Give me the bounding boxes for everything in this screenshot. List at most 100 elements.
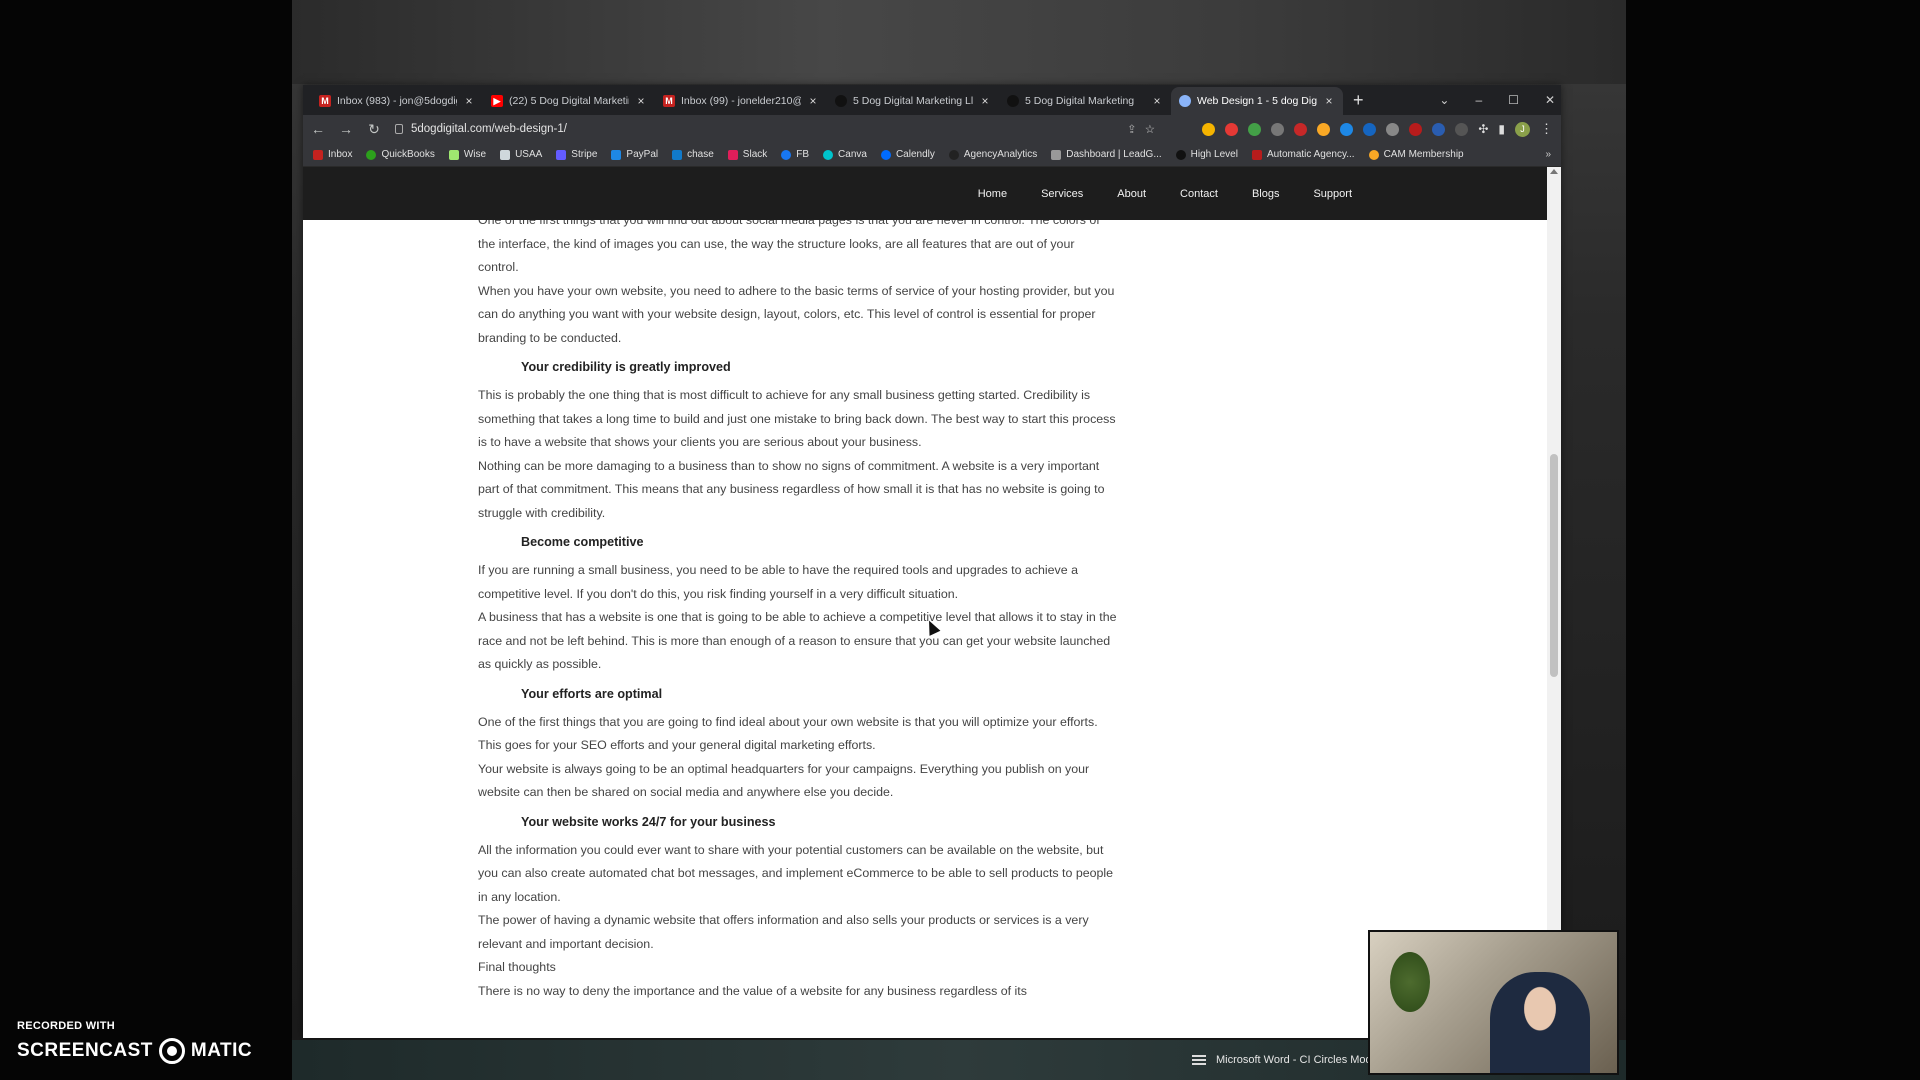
close-tab-icon[interactable]: × [979,94,991,108]
extensions-puzzle-icon[interactable]: ✣ [1478,122,1488,136]
watermark-word-screencast: SCREENCAST [17,1040,153,1061]
nav-services[interactable]: Services [1041,188,1083,200]
close-tab-icon[interactable]: × [1151,94,1163,108]
bookmark-label: Slack [742,149,768,160]
webcam-overlay [1368,930,1619,1075]
record-icon [158,1038,185,1064]
nav-support[interactable]: Support [1313,188,1352,200]
bookmark-fb[interactable]: FB [781,149,809,160]
new-tab-button[interactable]: + [1343,90,1374,115]
minimize-button[interactable]: – [1475,93,1482,107]
close-tab-icon[interactable]: × [1323,94,1335,108]
reload-icon[interactable]: ↻ [367,121,381,138]
extension-icon[interactable] [1409,122,1423,136]
paragraph: The power of having a dynamic website th… [478,913,1089,951]
bookmark-quickbooks[interactable]: QuickBooks [366,149,435,160]
bookmark-label: Automatic Agency... [1266,149,1355,160]
share-icon[interactable]: ⇪ [1127,122,1137,136]
bookmark-agencyanalytics[interactable]: AgencyAnalytics [948,149,1038,160]
tab-1[interactable]: ▶ (22) 5 Dog Digital Marketing × [483,87,655,115]
nav-about[interactable]: About [1117,188,1146,200]
bookmark-stripe[interactable]: Stripe [556,149,597,160]
extension-icon[interactable] [1432,122,1446,136]
extension-icon[interactable] [1271,122,1285,136]
bookmark-label: CAM Membership [1383,149,1464,160]
back-icon[interactable]: ← [311,121,325,137]
profile-avatar[interactable]: J [1515,121,1530,137]
bookmark-usaa[interactable]: USAA [500,149,542,160]
chase-icon [672,149,683,160]
bookmark-canva[interactable]: Canva [823,149,867,160]
more-menu-icon[interactable]: ⋮ [1540,121,1553,137]
paragraph: One of the first things that you are goi… [478,714,1098,753]
bookmark-dashboard[interactable]: Dashboard | LeadG... [1051,149,1162,160]
bookmark-slack[interactable]: Slack [727,149,768,160]
tab-2[interactable]: M Inbox (99) - jonelder210@gm... × [655,87,827,115]
tab-0[interactable]: M Inbox (983) - jon@5dogdigit... × [311,87,483,115]
bookmark-label: PayPal [626,149,659,160]
section-heading: Your credibility is greatly improved [521,360,731,374]
agencyanalytics-icon [948,149,959,160]
close-tab-icon[interactable]: × [635,94,647,108]
extension-icon[interactable] [1225,122,1239,136]
bookmark-label: Stripe [571,149,598,160]
url-text[interactable]: 5dogdigital.com/web-design-1/ [411,123,1119,135]
extension-icon[interactable] [1340,122,1354,136]
paragraph: Your website is always going to be an op… [478,761,1090,800]
address-bar[interactable]: 5dogdigital.com/web-design-1/ ⇪ ☆ [395,118,1155,140]
gmail-icon: M [319,95,331,107]
paragraph: A business that has a website is one tha… [478,610,1117,671]
bookmark-label: chase [687,149,714,160]
tab-4[interactable]: 5 Dog Digital Marketing × [999,87,1171,115]
tab-title: 5 Dog Digital Marketing Llc. [853,95,973,107]
extension-icon[interactable] [1455,122,1469,136]
bookmark-cam-membership[interactable]: CAM Membership [1368,149,1464,160]
bookmark-automatic-agency[interactable]: Automatic Agency... [1251,149,1355,160]
bookmark-inbox[interactable]: Inbox [313,149,352,160]
extension-icon[interactable] [1386,122,1400,136]
bookmark-label: AgencyAnalytics [963,149,1038,160]
page-viewport: Home Services About Contact Blogs Suppor… [303,167,1561,1038]
window-controls: ⌄ – ☐ ✕ [1439,85,1555,115]
bookmark-wise[interactable]: Wise [448,149,486,160]
calendly-icon [880,149,891,160]
lock-icon[interactable] [395,124,403,134]
maximize-button[interactable]: ☐ [1508,93,1519,107]
side-panel-icon[interactable]: ▮ [1498,122,1505,136]
extension-icon[interactable] [1202,122,1216,136]
nav-home[interactable]: Home [978,188,1007,200]
bookmark-label: Dashboard | LeadG... [1066,149,1162,160]
bookmark-calendly[interactable]: Calendly [880,149,935,160]
page-scrollbar[interactable] [1547,167,1561,1038]
bookmark-chase[interactable]: chase [672,149,714,160]
extensions-area: ✣ ▮ J ⋮ [1202,121,1553,137]
close-tab-icon[interactable]: × [807,94,819,108]
globe-icon [1179,95,1191,107]
scrollbar-thumb[interactable] [1550,454,1558,677]
extension-icon[interactable] [1317,122,1331,136]
section-heading: Become competitive [521,535,644,549]
cam-icon [1368,149,1379,160]
tab-3[interactable]: 5 Dog Digital Marketing Llc. × [827,87,999,115]
slack-icon [727,149,738,160]
forward-icon[interactable]: → [339,121,353,137]
section-heading: Your efforts are optimal [521,686,663,701]
close-window-button[interactable]: ✕ [1545,93,1555,107]
browser-window: M Inbox (983) - jon@5dogdigit... × ▶ (22… [303,85,1561,1038]
extension-icon[interactable] [1294,122,1308,136]
extension-icon[interactable] [1248,122,1262,136]
bookmark-high-level[interactable]: High Level [1175,149,1238,160]
nav-blogs[interactable]: Blogs [1252,188,1280,200]
scroll-up-arrow-icon[interactable] [1550,169,1558,174]
site-icon [1007,95,1019,107]
nav-contact[interactable]: Contact [1180,188,1218,200]
extension-icon[interactable] [1363,122,1377,136]
tab-5-active[interactable]: Web Design 1 - 5 dog Digital... × [1171,87,1343,115]
menu-icon [1192,1055,1206,1065]
close-tab-icon[interactable]: × [463,94,475,108]
bookmark-star-icon[interactable]: ☆ [1145,122,1155,136]
more-bookmarks-icon[interactable]: » [1545,149,1551,160]
toolbar: ← → ↻ 5dogdigital.com/web-design-1/ ⇪ ☆ [303,115,1561,143]
tab-search-icon[interactable]: ⌄ [1439,93,1449,107]
bookmark-paypal[interactable]: PayPal [611,149,658,160]
